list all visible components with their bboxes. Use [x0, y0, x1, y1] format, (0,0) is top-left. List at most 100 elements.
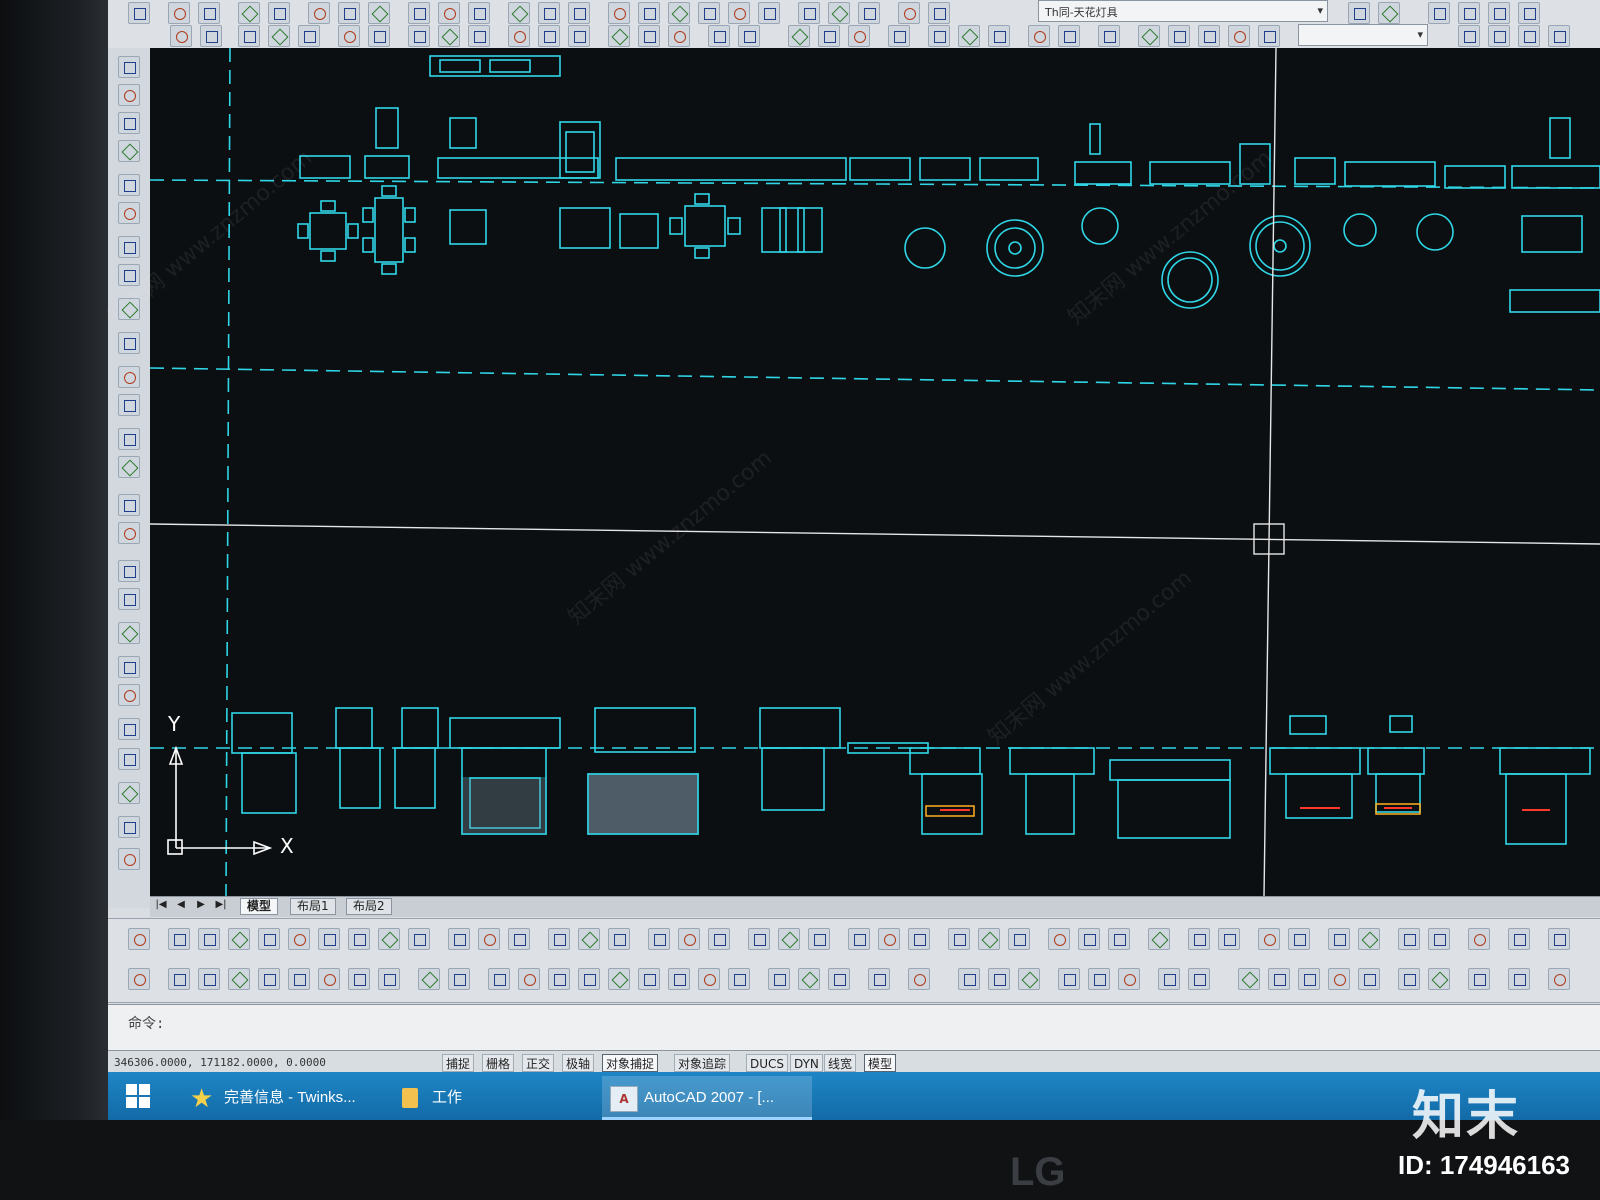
- toolbar-button[interactable]: [988, 25, 1010, 47]
- drawing-canvas[interactable]: Y X: [150, 48, 1600, 896]
- toolbar-button[interactable]: [608, 928, 630, 950]
- toolbar-button[interactable]: [318, 968, 340, 990]
- toolbar-button[interactable]: [118, 718, 140, 740]
- toolbar-button[interactable]: [978, 928, 1000, 950]
- toolbar-button[interactable]: [168, 928, 190, 950]
- toolbar-button[interactable]: [1288, 928, 1310, 950]
- toolbar-button[interactable]: [418, 968, 440, 990]
- status-toggle-snap[interactable]: 捕捉: [442, 1054, 475, 1072]
- toolbar-button[interactable]: [708, 25, 730, 47]
- tab-nav-next[interactable]: ▶: [192, 899, 210, 915]
- toolbar-button[interactable]: [888, 25, 910, 47]
- toolbar-button[interactable]: [788, 25, 810, 47]
- toolbar-button[interactable]: [878, 928, 900, 950]
- toolbar-button[interactable]: [508, 25, 530, 47]
- toolbar-button[interactable]: [408, 2, 430, 24]
- toolbar-button[interactable]: [118, 428, 140, 450]
- toolbar-button[interactable]: [1188, 968, 1210, 990]
- tab-model[interactable]: 模型: [240, 898, 279, 915]
- status-toggle-model[interactable]: 模型: [864, 1054, 897, 1072]
- toolbar-button[interactable]: [1078, 928, 1100, 950]
- toolbar-button[interactable]: [238, 2, 260, 24]
- toolbar-button[interactable]: [118, 456, 140, 478]
- toolbar-button[interactable]: [338, 25, 360, 47]
- toolbar-button[interactable]: [118, 560, 140, 582]
- toolbar-button[interactable]: [568, 2, 590, 24]
- toolbar-button[interactable]: [758, 2, 780, 24]
- toolbar-button[interactable]: [1488, 25, 1510, 47]
- toolbar-button[interactable]: [1148, 928, 1170, 950]
- toolbar-button[interactable]: [118, 748, 140, 770]
- toolbar-button[interactable]: [288, 928, 310, 950]
- toolbar-button[interactable]: [118, 174, 140, 196]
- toolbar-button[interactable]: [118, 264, 140, 286]
- toolbar-button[interactable]: [1518, 25, 1540, 47]
- toolbar-button[interactable]: [768, 968, 790, 990]
- toolbar-button[interactable]: [118, 494, 140, 516]
- toolbar-button[interactable]: [698, 2, 720, 24]
- toolbar-button[interactable]: [258, 928, 280, 950]
- toolbar-button[interactable]: [1508, 928, 1530, 950]
- toolbar-button[interactable]: [1258, 928, 1280, 950]
- toolbar-button[interactable]: [958, 968, 980, 990]
- toolbar-button[interactable]: [908, 968, 930, 990]
- toolbar-button[interactable]: [1328, 968, 1350, 990]
- toolbar-button[interactable]: [118, 622, 140, 644]
- toolbar-button[interactable]: [668, 2, 690, 24]
- toolbar-button[interactable]: [118, 366, 140, 388]
- toolbar-button[interactable]: [738, 25, 760, 47]
- toolbar-button[interactable]: [1468, 928, 1490, 950]
- toolbar-button[interactable]: [228, 928, 250, 950]
- toolbar-button[interactable]: [1428, 968, 1450, 990]
- toolbar-button[interactable]: [1018, 968, 1040, 990]
- toolbar-button[interactable]: [858, 2, 880, 24]
- toolbar-button[interactable]: [1108, 928, 1130, 950]
- tab-layout1[interactable]: 布局1: [290, 898, 336, 915]
- toolbar-button[interactable]: [1548, 968, 1570, 990]
- toolbar-button[interactable]: [908, 928, 930, 950]
- toolbar-button[interactable]: [1258, 25, 1280, 47]
- toolbar-button[interactable]: [848, 25, 870, 47]
- toolbar-button[interactable]: [378, 928, 400, 950]
- toolbar-button[interactable]: [798, 968, 820, 990]
- tab-nav-prev[interactable]: ◀: [172, 899, 190, 915]
- toolbar-button[interactable]: [468, 2, 490, 24]
- toolbar-button[interactable]: [608, 968, 630, 990]
- toolbar-button[interactable]: [1118, 968, 1140, 990]
- toolbar-button[interactable]: [118, 112, 140, 134]
- status-toggle-ortho[interactable]: 正交: [522, 1054, 555, 1072]
- toolbar-button[interactable]: [828, 2, 850, 24]
- toolbar-button[interactable]: [128, 968, 150, 990]
- toolbar-button[interactable]: [668, 968, 690, 990]
- toolbar-button[interactable]: [1218, 928, 1240, 950]
- toolbar-button[interactable]: [118, 298, 140, 320]
- toolbar-button[interactable]: [578, 928, 600, 950]
- toolbar-button[interactable]: [638, 968, 660, 990]
- toolbar-button[interactable]: [118, 816, 140, 838]
- toolbar-button[interactable]: [1328, 928, 1350, 950]
- start-button[interactable]: [126, 1084, 150, 1108]
- style-combo[interactable]: [1298, 24, 1428, 46]
- tab-nav-first[interactable]: |◀: [152, 899, 170, 915]
- toolbar-button[interactable]: [170, 25, 192, 47]
- toolbar-button[interactable]: [198, 968, 220, 990]
- toolbar-button[interactable]: [448, 928, 470, 950]
- toolbar-button[interactable]: [638, 25, 660, 47]
- toolbar-button[interactable]: [118, 656, 140, 678]
- toolbar-button[interactable]: [818, 25, 840, 47]
- toolbar-button[interactable]: [538, 25, 560, 47]
- toolbar-button[interactable]: [1378, 2, 1400, 24]
- toolbar-button[interactable]: [1508, 968, 1530, 990]
- toolbar-button[interactable]: [1098, 25, 1120, 47]
- toolbar-button[interactable]: [1198, 25, 1220, 47]
- toolbar-button[interactable]: [678, 928, 700, 950]
- toolbar-button[interactable]: [448, 968, 470, 990]
- toolbar-button[interactable]: [1188, 928, 1210, 950]
- tab-nav-last[interactable]: ▶|: [212, 899, 230, 915]
- toolbar-button[interactable]: [828, 968, 850, 990]
- toolbar-button[interactable]: [118, 332, 140, 354]
- toolbar-button[interactable]: [168, 2, 190, 24]
- toolbar-button[interactable]: [268, 2, 290, 24]
- toolbar-button[interactable]: [1138, 25, 1160, 47]
- toolbar-button[interactable]: [578, 968, 600, 990]
